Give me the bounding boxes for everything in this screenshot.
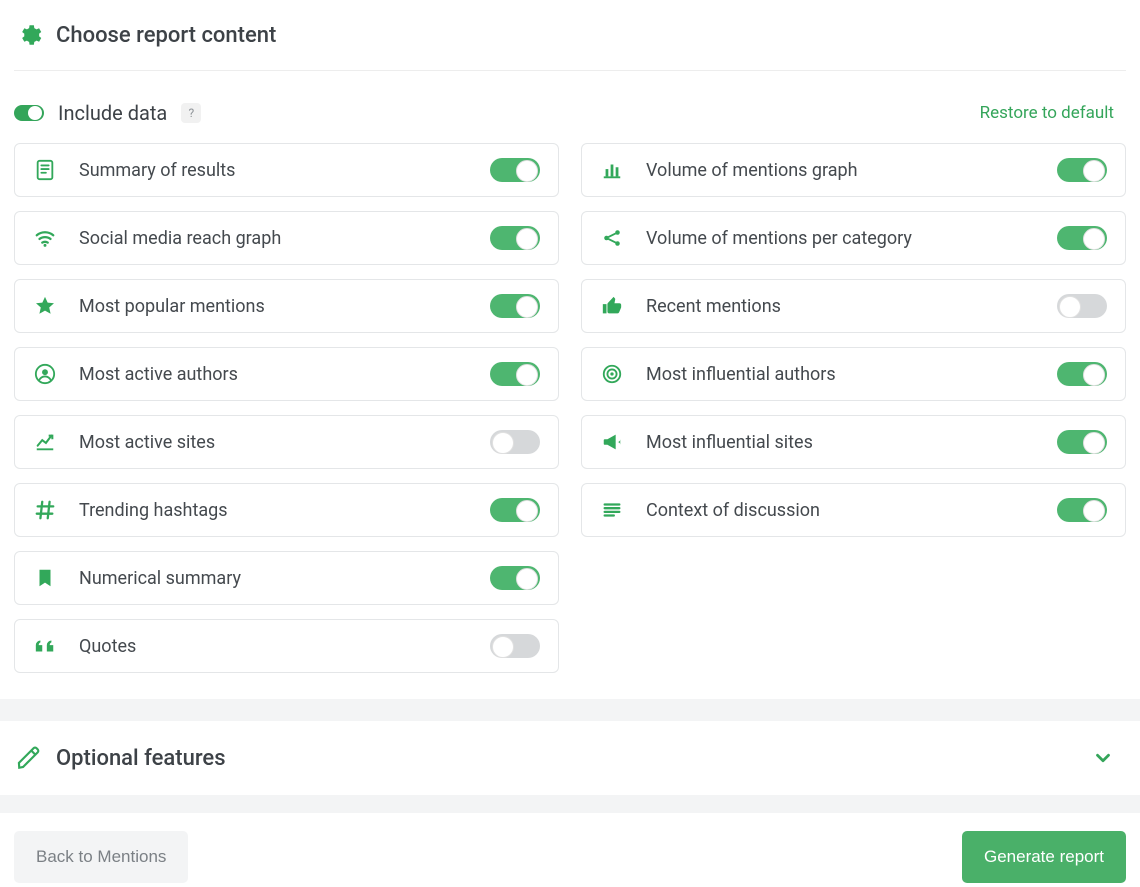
optional-features-toggle[interactable]: Optional features [14,721,1126,795]
card-active-sites: Most active sites [14,415,559,469]
megaphone-icon [600,430,624,454]
card-popular-mentions: Most popular mentions [14,279,559,333]
document-icon [33,158,57,182]
gear-icon [16,22,42,48]
section-header: Choose report content [14,0,1126,71]
toggle-active-authors[interactable] [490,362,540,386]
user-circle-icon [33,362,57,386]
toggle-volume-category[interactable] [1057,226,1107,250]
card-label: Most influential sites [646,432,813,453]
card-volume-graph: Volume of mentions graph [581,143,1126,197]
card-label: Volume of mentions per category [646,228,912,249]
chevron-down-icon [1092,747,1114,769]
card-label: Context of discussion [646,500,820,521]
card-label: Quotes [79,636,136,657]
card-label: Most influential authors [646,364,836,385]
list-icon [600,498,624,522]
card-influential-sites: Most influential sites [581,415,1126,469]
card-recent-mentions: Recent mentions [581,279,1126,333]
generate-report-button[interactable]: Generate report [962,831,1126,883]
toggle-active-sites[interactable] [490,430,540,454]
back-button[interactable]: Back to Mentions [14,831,188,883]
card-label: Summary of results [79,160,235,181]
include-data-master-toggle[interactable] [14,105,44,121]
divider [0,699,1140,721]
toggle-quotes[interactable] [490,634,540,658]
toggle-summary[interactable] [490,158,540,182]
toggle-social-reach[interactable] [490,226,540,250]
section-title: Choose report content [56,23,276,48]
card-summary: Summary of results [14,143,559,197]
toggle-volume-graph[interactable] [1057,158,1107,182]
toggle-influential-authors[interactable] [1057,362,1107,386]
card-label: Most active authors [79,364,238,385]
card-label: Most active sites [79,432,215,453]
star-icon [33,294,57,318]
pencil-icon [16,745,42,771]
bar-chart-icon [600,158,624,182]
card-label: Recent mentions [646,296,781,317]
card-active-authors: Most active authors [14,347,559,401]
share-icon [600,226,624,250]
target-icon [600,362,624,386]
bookmark-icon [33,566,57,590]
toggle-numerical-summary[interactable] [490,566,540,590]
card-label: Social media reach graph [79,228,281,249]
card-label: Volume of mentions graph [646,160,858,181]
card-label: Numerical summary [79,568,241,589]
card-social-reach: Social media reach graph [14,211,559,265]
wifi-icon [33,226,57,250]
card-label: Trending hashtags [79,500,228,521]
card-quotes: Quotes [14,619,559,673]
help-icon[interactable]: ? [181,103,201,123]
include-data-label: Include data [58,101,167,125]
card-label: Most popular mentions [79,296,265,317]
quote-icon [33,634,57,658]
toggle-trending-hashtags[interactable] [490,498,540,522]
toggle-recent-mentions[interactable] [1057,294,1107,318]
optional-features-title: Optional features [56,746,226,771]
restore-default-link[interactable]: Restore to default [980,103,1114,123]
thumb-up-icon [600,294,624,318]
toggle-influential-sites[interactable] [1057,430,1107,454]
toggle-context[interactable] [1057,498,1107,522]
card-influential-authors: Most influential authors [581,347,1126,401]
toggle-popular-mentions[interactable] [490,294,540,318]
card-volume-category: Volume of mentions per category [581,211,1126,265]
card-context: Context of discussion [581,483,1126,537]
line-chart-icon [33,430,57,454]
card-trending-hashtags: Trending hashtags [14,483,559,537]
card-numerical-summary: Numerical summary [14,551,559,605]
hash-icon [33,498,57,522]
divider [0,795,1140,813]
